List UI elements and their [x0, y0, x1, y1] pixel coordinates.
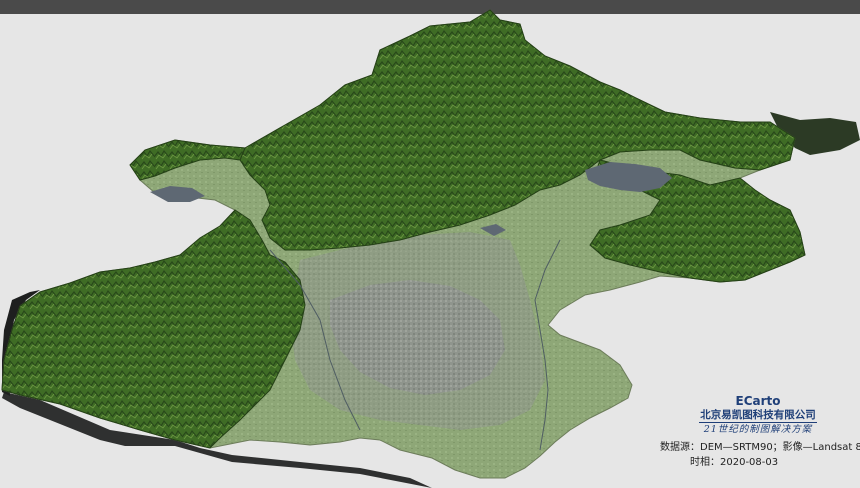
brand-block: ECarto 北京易凯图科技有限公司 21世纪的制图解决方案 — [690, 394, 826, 437]
brand-name: ECarto — [735, 394, 781, 408]
brand-slogan: 21世纪的制图解决方案 — [703, 424, 813, 435]
map-credits: 数据源：DEM—SRTM90；影像—Landsat 8 时相：2020-08-0… — [660, 440, 860, 470]
capture-date-text: 时相：2020-08-03 — [690, 457, 779, 468]
company-name: 北京易凯图科技有限公司 — [700, 409, 816, 421]
urban-sprawl — [290, 232, 545, 430]
data-source-text: 数据源：DEM—SRTM90；影像—Landsat 8 — [660, 442, 860, 453]
